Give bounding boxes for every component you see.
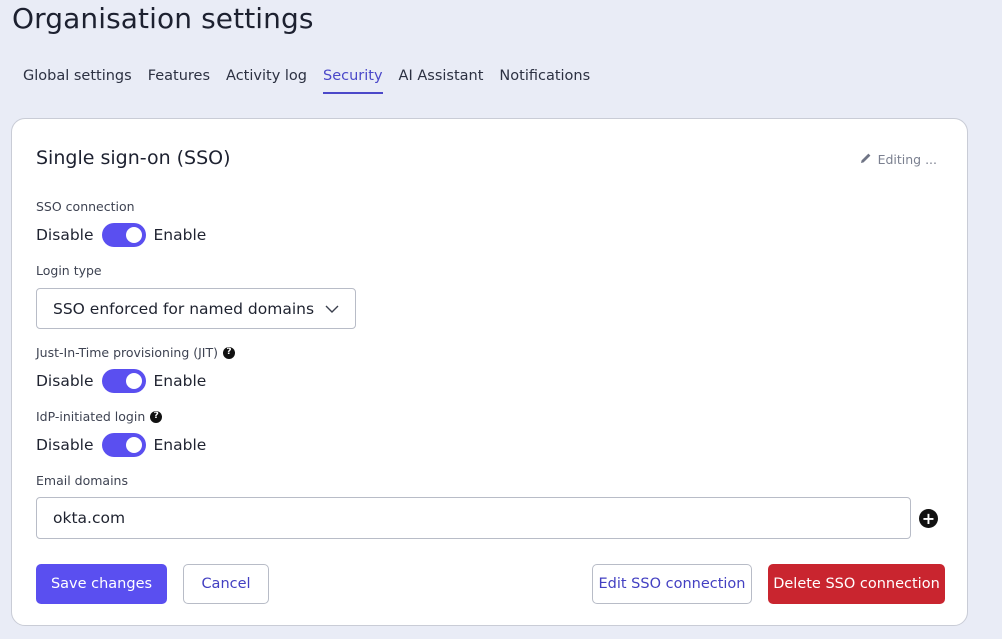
delete-sso-connection-button[interactable]: Delete SSO connection <box>768 564 945 604</box>
sso-connection-toggle-row: Disable Enable <box>36 223 206 247</box>
jit-label-text: Just-In-Time provisioning (JIT) <box>36 345 219 360</box>
tab-security[interactable]: Security <box>323 68 383 94</box>
sso-connection-toggle[interactable] <box>101 223 146 247</box>
tab-notifications[interactable]: Notifications <box>499 68 590 94</box>
sso-card: Single sign-on (SSO) Editing ... SSO con… <box>11 118 968 626</box>
idp-login-label: IdP-initiated login ? <box>36 409 163 424</box>
edit-sso-connection-button[interactable]: Edit SSO connection <box>592 564 752 604</box>
email-domain-input[interactable] <box>36 497 911 539</box>
sso-connection-disable-label: Disable <box>36 226 94 244</box>
sso-connection-enable-label: Enable <box>153 226 207 244</box>
idp-login-enable-label: Enable <box>153 436 207 454</box>
sso-connection-label: SSO connection <box>36 199 135 214</box>
login-type-label-text: Login type <box>36 263 102 278</box>
idp-login-toggle-row: Disable Enable <box>36 433 206 457</box>
editing-label: Editing ... <box>877 152 937 167</box>
login-type-label: Login type <box>36 263 102 278</box>
add-domain-icon[interactable]: + <box>919 509 938 528</box>
idp-login-toggle[interactable] <box>101 433 146 457</box>
toggle-knob <box>125 437 142 453</box>
jit-toggle-row: Disable Enable <box>36 369 206 393</box>
chevron-down-icon <box>325 300 339 318</box>
tab-activity-log[interactable]: Activity log <box>226 68 307 94</box>
toggle-knob <box>125 373 142 389</box>
tab-ai-assistant[interactable]: AI Assistant <box>399 68 484 94</box>
jit-disable-label: Disable <box>36 372 94 390</box>
help-icon[interactable]: ? <box>150 410 163 423</box>
page-title: Organisation settings <box>12 2 314 35</box>
help-icon[interactable]: ? <box>223 346 236 359</box>
toggle-knob <box>125 227 142 243</box>
email-domains-label: Email domains <box>36 473 128 488</box>
tab-features[interactable]: Features <box>148 68 210 94</box>
cancel-button[interactable]: Cancel <box>183 564 269 604</box>
pencil-icon <box>860 152 872 167</box>
sso-connection-label-text: SSO connection <box>36 199 135 214</box>
jit-label: Just-In-Time provisioning (JIT) ? <box>36 345 236 360</box>
idp-login-label-text: IdP-initiated login <box>36 409 146 424</box>
tab-global-settings[interactable]: Global settings <box>23 68 132 94</box>
save-changes-button[interactable]: Save changes <box>36 564 167 604</box>
jit-enable-label: Enable <box>153 372 207 390</box>
settings-tabs: Global settings Features Activity log Se… <box>23 68 590 94</box>
editing-indicator: Editing ... <box>860 152 937 167</box>
email-domains-label-text: Email domains <box>36 473 128 488</box>
login-type-select[interactable]: SSO enforced for named domains <box>36 288 356 329</box>
sso-card-title: Single sign-on (SSO) <box>36 147 231 169</box>
idp-login-disable-label: Disable <box>36 436 94 454</box>
login-type-selected-value: SSO enforced for named domains <box>53 299 315 318</box>
jit-toggle[interactable] <box>101 369 146 393</box>
